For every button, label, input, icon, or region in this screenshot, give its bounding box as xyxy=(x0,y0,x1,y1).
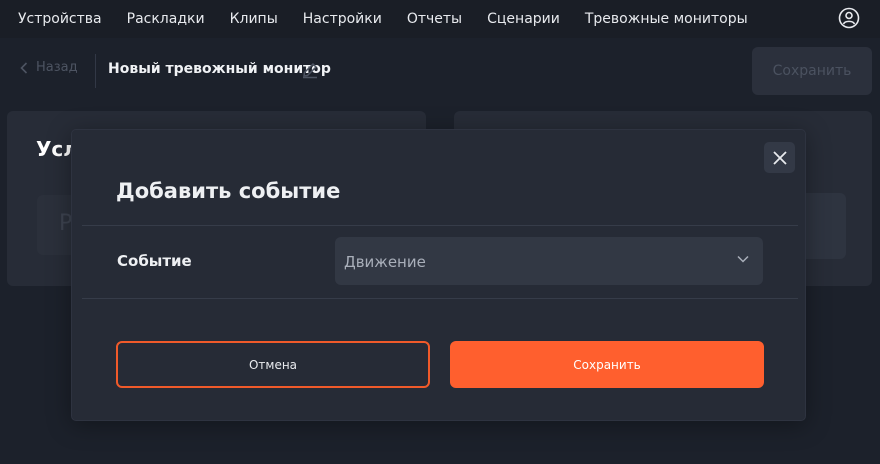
cancel-button[interactable]: Отмена xyxy=(116,341,430,388)
nav-item-devices[interactable]: Устройства xyxy=(18,11,102,27)
dialog-divider-top xyxy=(82,225,798,226)
user-account-icon[interactable] xyxy=(838,7,860,29)
close-icon xyxy=(772,150,787,165)
nav-item-clips[interactable]: Клипы xyxy=(230,11,278,27)
dialog-divider-bottom xyxy=(82,298,798,299)
page-header: Назад Новый тревожный монитор Сохранить xyxy=(0,38,880,102)
chevron-down-icon xyxy=(737,255,749,263)
header-divider xyxy=(95,54,96,88)
pencil-icon[interactable] xyxy=(301,61,319,83)
nav-item-layouts[interactable]: Раскладки xyxy=(127,11,205,27)
back-button-label: Назад xyxy=(36,60,78,75)
header-save-button[interactable]: Сохранить xyxy=(752,47,872,95)
back-button[interactable]: Назад xyxy=(20,60,78,75)
chevron-left-icon xyxy=(20,61,28,74)
nav-item-reports[interactable]: Отчеты xyxy=(407,11,462,27)
page-title: Новый тревожный монитор xyxy=(108,61,331,77)
event-field-label: Событие xyxy=(117,252,192,270)
nav-list: Устройства Раскладки Клипы Настройки Отч… xyxy=(0,11,773,27)
dialog-title: Добавить событие xyxy=(116,179,341,203)
nav-item-settings[interactable]: Настройки xyxy=(303,11,382,27)
event-select[interactable]: Движение xyxy=(335,237,763,285)
nav-item-scenarios[interactable]: Сценарии xyxy=(487,11,560,27)
nav-item-alarm-monitors[interactable]: Тревожные мониторы xyxy=(585,11,748,27)
save-button[interactable]: Сохранить xyxy=(450,341,764,388)
event-select-value: Движение xyxy=(344,253,426,271)
close-dialog-button[interactable] xyxy=(764,142,795,173)
add-event-dialog: Добавить событие Событие Движение Отмена… xyxy=(71,129,806,421)
top-navigation: Устройства Раскладки Клипы Настройки Отч… xyxy=(0,0,880,38)
